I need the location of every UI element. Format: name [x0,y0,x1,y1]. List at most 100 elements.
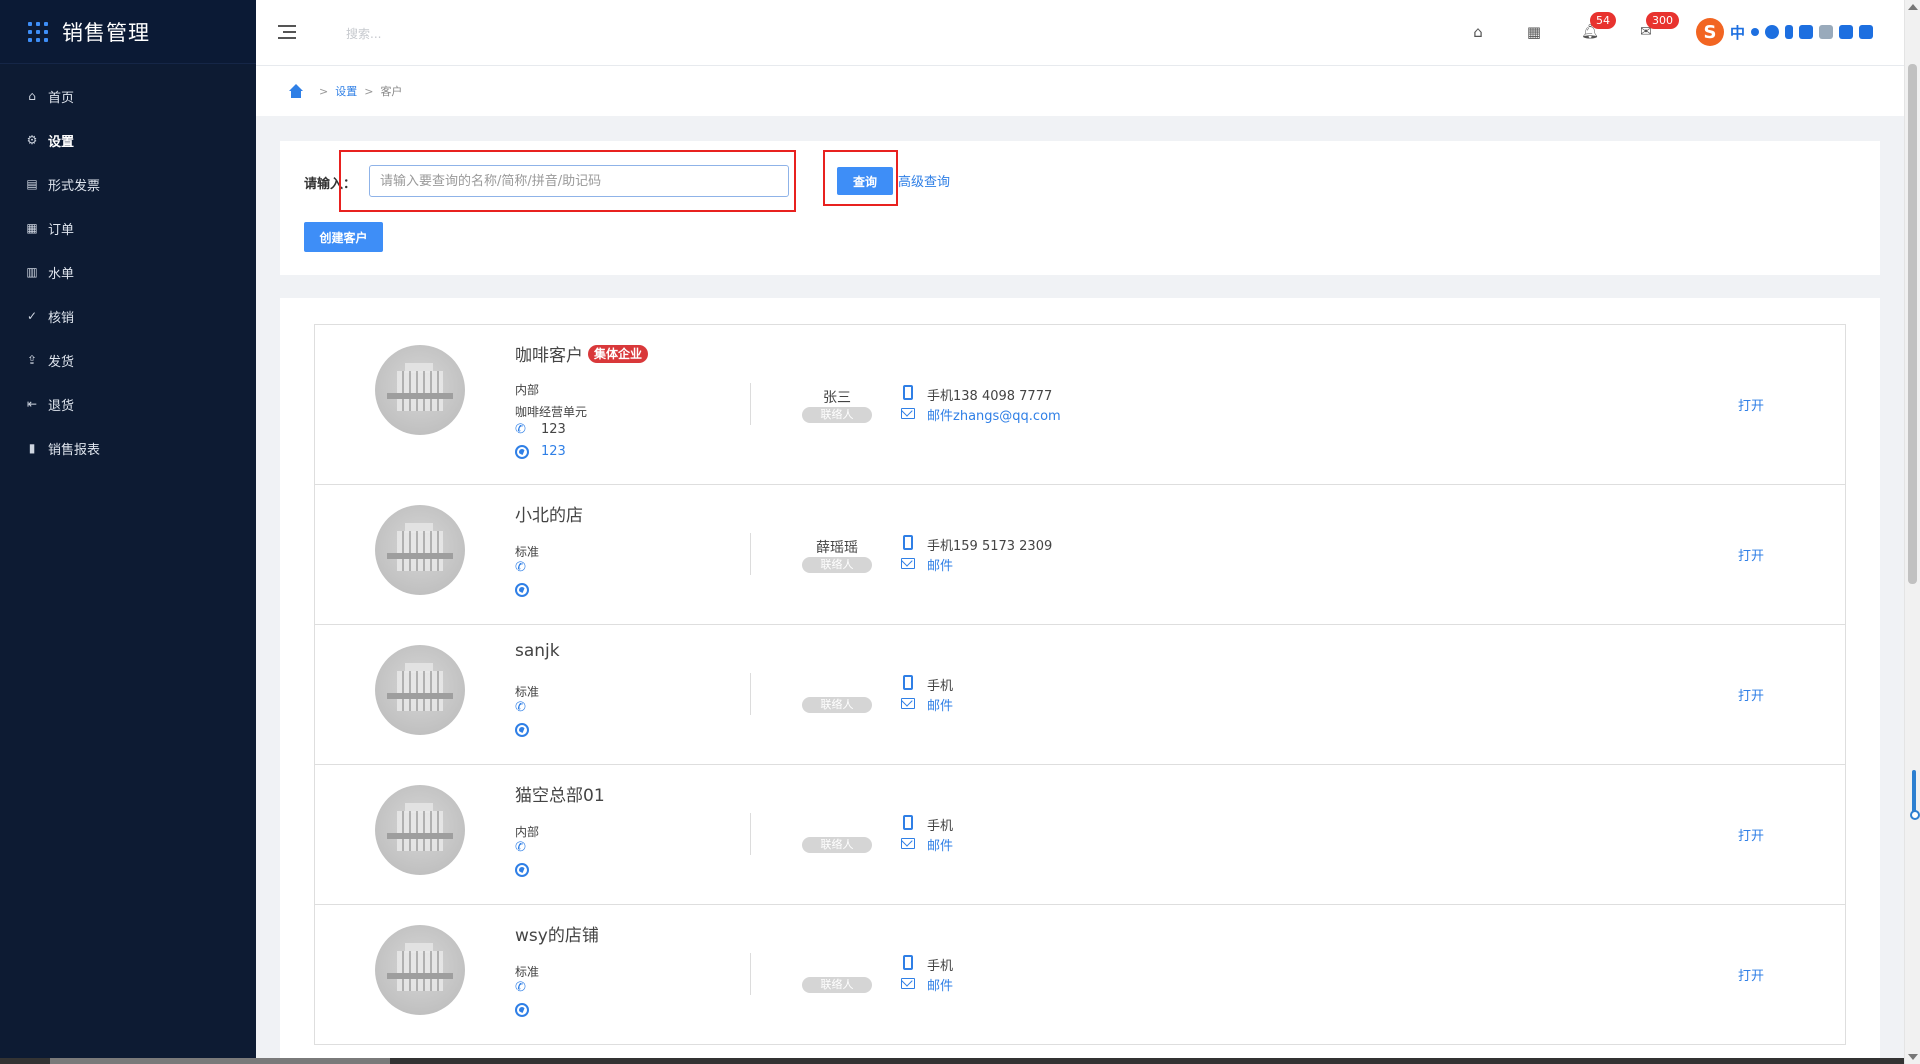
sidebar-item-5[interactable]: ✓ 核销 [0,294,256,338]
customer-name-text[interactable]: wsy的店铺 [515,921,599,946]
website-icon [515,583,529,597]
horizontal-scrollbar-thumb[interactable] [50,1058,390,1064]
mobile-icon [903,535,913,550]
sidebar-item-7[interactable]: ⇤ 退货 [0,382,256,426]
customer-row: sanjk 标准 ✆ 联络人 手机 邮件 打开 [315,625,1845,765]
ime-punct-icon[interactable] [1751,28,1760,36]
invoice-icon: ▤ [26,177,38,191]
customer-list: 咖啡客户 集体企业 内部 咖啡经营单元 ✆ 123 123 张三 联络人 手机138 4098 7… [314,324,1846,1045]
menu-toggle-icon[interactable] [278,25,296,39]
contact-role-tag: 联络人 [802,407,872,423]
contact-email[interactable]: 邮件 [927,555,953,574]
ime-tools-icon[interactable] [1859,25,1874,39]
open-customer-link[interactable]: 打开 [1738,545,1764,564]
customer-avatar [375,925,465,1015]
customer-name[interactable]: 咖啡客户 集体企业 [515,341,649,366]
message-icon[interactable]: ✉ 300 [1636,12,1679,42]
customer-name[interactable]: 猫空总部01 [515,781,605,806]
breadcrumb-settings[interactable]: 设置 [335,83,357,99]
customer-name[interactable]: 小北的店 [515,501,583,526]
sidebar-item-3[interactable]: ▦ 订单 [0,206,256,250]
grid-icon[interactable]: ▦ [1524,22,1544,42]
customer-website[interactable]: 123 [541,444,566,459]
sidebar-item-4[interactable]: ▥ 水单 [0,250,256,294]
page-scrollbar[interactable] [1904,0,1920,1064]
customer-type: 标准 [515,965,540,979]
sidebar-item-label: 退货 [48,398,75,414]
contact-mobile: 手机 [927,819,954,834]
avatar-shape [387,553,453,559]
customer-name-text[interactable]: 猫空总部01 [515,781,605,806]
customer-name-text[interactable]: 咖啡客户 [515,341,583,366]
contact-mobile: 手机 [927,959,954,974]
home-icon[interactable]: ⌂ [1468,22,1488,42]
ime-emoji-icon[interactable] [1765,25,1780,39]
customer-type: 标准 [515,545,540,559]
sidebar-item-1[interactable]: ⚙ 设置 [0,118,256,162]
customer-row: 小北的店 标准 ✆ 薛瑶瑶 联络人 手机159 5173 2309 邮件 打开 [315,485,1845,625]
avatar-shape [387,393,453,399]
open-customer-link[interactable]: 打开 [1738,825,1764,844]
global-search-input[interactable] [346,24,546,44]
sidebar-item-6[interactable]: ⇪ 发货 [0,338,256,382]
ime-voice-icon[interactable] [1785,25,1794,39]
sidebar-item-0[interactable]: ⌂ 首页 [0,74,256,118]
upload-icon: ⇪ [26,353,38,367]
sidebar-item-label: 设置 [48,134,75,150]
scroll-up-icon[interactable] [1908,4,1918,10]
ime-language-toggle[interactable]: 中 [1730,22,1745,43]
home-icon: ⌂ [28,89,36,103]
query-button[interactable]: 查询 [837,167,893,195]
avatar-shape [387,973,453,979]
customer-name[interactable]: sanjk [515,641,560,661]
sidebar-item-8[interactable]: ▮ 销售报表 [0,426,256,470]
ime-skin-icon[interactable] [1839,25,1854,39]
breadcrumb-current: 客户 [380,85,403,98]
sidebar-item-2[interactable]: ▤ 形式发票 [0,162,256,206]
breadcrumb-home-icon[interactable] [288,84,304,98]
breadcrumb: > 设置 > 客户 [256,66,1904,116]
breadcrumb-separator: > [364,84,374,98]
sogou-logo-icon[interactable]: S [1696,18,1724,46]
ime-toolbar: S 中 [1692,16,1904,48]
mobile-icon [903,385,913,400]
customer-name[interactable]: wsy的店铺 [515,921,599,946]
scrollbar-thumb[interactable] [1908,64,1917,584]
apps-grid-icon[interactable] [28,21,48,42]
sidebar: 销售管理 ⌂ 首页 ⚙ 设置 ▤ 形式发票 ▦ 订单 ▥ 水单 ✓ 核销 ⇪ 发货 ⇤ 退货 ▮ 销售报表 [0,0,256,1064]
ime-user-icon[interactable] [1819,25,1834,39]
mobile-icon [903,815,913,830]
horizontal-scrollbar[interactable] [0,1058,1904,1064]
contact-email[interactable]: 邮件 [927,695,953,714]
create-customer-button[interactable]: 创建客户 [304,222,383,252]
contact-mobile: 手机138 4098 7777 [927,389,1053,404]
website-icon [515,723,529,737]
order-icon: ▦ [26,221,38,235]
contact-role-tag: 联络人 [802,837,872,853]
avatar-shape [397,371,443,411]
app-title: 销售管理 [62,20,150,45]
open-customer-link[interactable]: 打开 [1738,965,1764,984]
open-customer-link[interactable]: 打开 [1738,395,1764,414]
customer-avatar [375,785,465,875]
sidebar-menu: ⌂ 首页 ⚙ 设置 ▤ 形式发票 ▦ 订单 ▥ 水单 ✓ 核销 ⇪ 发货 ⇤ 退货 ▮ 销售报表 [0,74,256,470]
phone-icon: ✆ [515,980,526,995]
business-unit: 咖啡经营单元 [515,405,588,419]
scroll-down-icon[interactable] [1908,1054,1918,1060]
open-customer-link[interactable]: 打开 [1738,685,1764,704]
column-divider [750,673,751,715]
contact-email[interactable]: 邮件 [927,835,953,854]
sidebar-item-label: 形式发票 [48,178,101,194]
customer-search-input[interactable] [369,165,789,197]
contact-email[interactable]: 邮件zhangs@qq.com [927,405,1061,424]
ime-keyboard-icon[interactable] [1799,25,1814,39]
customer-name-text[interactable]: sanjk [515,641,560,661]
column-divider [750,953,751,995]
notification-bell-icon[interactable]: 🔔︎ 54 [1580,12,1616,42]
advanced-query-link[interactable]: 高级查询 [898,171,950,190]
mail-icon [901,978,915,989]
contact-email[interactable]: 邮件 [927,975,953,994]
customer-list-panel: 咖啡客户 集体企业 内部 咖啡经营单元 ✆ 123 123 张三 联络人 手机138 4098 7… [280,298,1880,1064]
phone-icon: ✆ [515,700,526,715]
customer-name-text[interactable]: 小北的店 [515,501,583,526]
